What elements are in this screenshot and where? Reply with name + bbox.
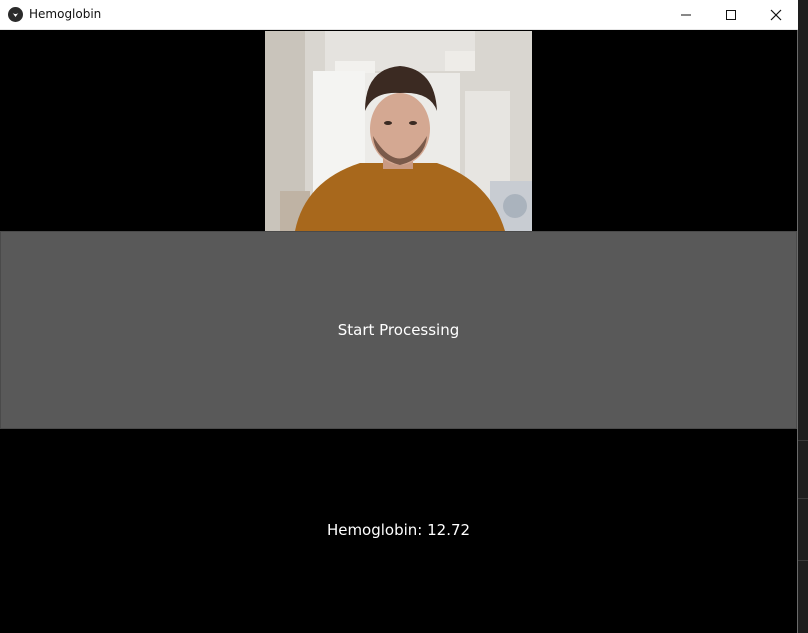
title-bar[interactable]: Hemoglobin xyxy=(0,0,798,30)
minimize-button[interactable] xyxy=(663,0,709,30)
close-button[interactable] xyxy=(753,0,799,30)
editor-line xyxy=(798,498,808,499)
close-icon xyxy=(770,9,782,21)
app-logo-icon xyxy=(8,7,23,22)
app-window: Hemoglobin Start Processing Hemoglobin: … xyxy=(0,0,798,633)
window-title: Hemoglobin xyxy=(29,7,102,21)
maximize-button[interactable] xyxy=(708,0,754,30)
editor-line xyxy=(798,440,808,441)
hemoglobin-result: Hemoglobin: 12.72 xyxy=(326,521,471,539)
webcam-feed xyxy=(265,31,532,231)
maximize-icon xyxy=(726,10,736,20)
editor-line xyxy=(798,560,808,561)
minimize-icon xyxy=(681,14,691,16)
start-processing-label: Start Processing xyxy=(337,321,460,339)
result-panel: Hemoglobin: 12.72 xyxy=(0,429,797,633)
start-processing-button[interactable]: Start Processing xyxy=(0,231,797,429)
webcam-image xyxy=(265,31,532,231)
